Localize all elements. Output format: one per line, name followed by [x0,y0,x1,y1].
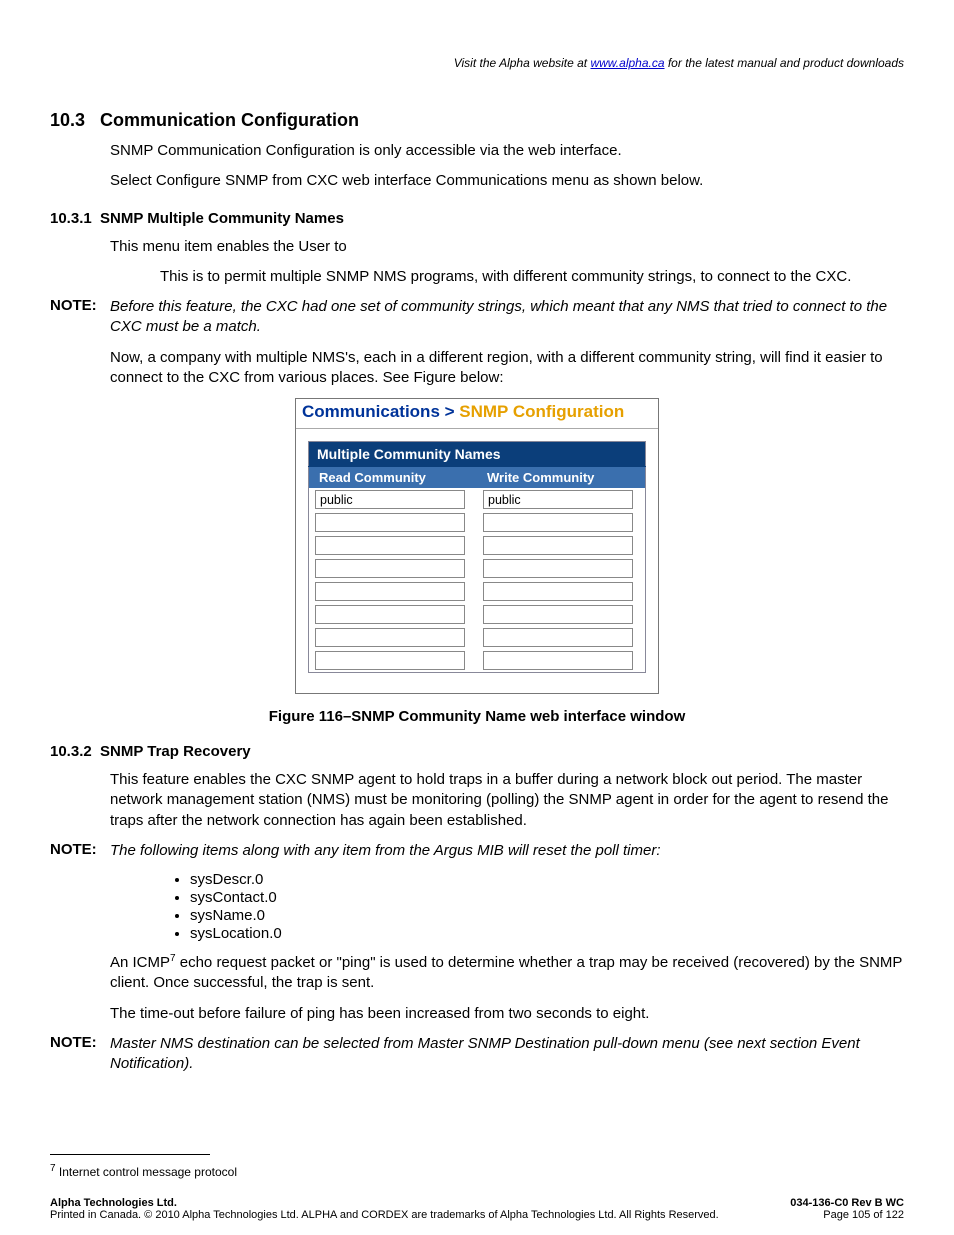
section-10-3-num: 10.3 [50,110,100,131]
sec1031-note: NOTE: Before this feature, the CXC had o… [50,297,904,338]
section-10-3-1-title: SNMP Multiple Community Names [100,210,344,227]
sec1032-note1-text: The following items along with any item … [110,841,904,861]
header-prefix: Visit the Alpha website at [454,56,591,70]
header-link[interactable]: www.alpha.ca [590,56,664,70]
write-community-input[interactable] [483,513,633,532]
list-item: sysLocation.0 [190,925,904,942]
read-community-input[interactable] [315,536,465,555]
list-item: sysContact.0 [190,889,904,906]
sec1032-p2: An ICMP7 echo request packet or "ping" i… [110,952,904,994]
section-10-3-1-num: 10.3.1 [50,210,100,227]
table-group-header: Multiple Community Names [309,442,646,467]
write-community-input[interactable] [483,559,633,578]
table-row [309,534,646,557]
table-row [309,488,646,511]
table-row [309,603,646,626]
sec103-p1: SNMP Communication Configuration is only… [110,141,904,161]
note-label: NOTE: [50,841,110,861]
section-10-3-title: Communication Configuration [100,110,359,130]
write-community-input[interactable] [483,605,633,624]
sec1032-p2b: echo request packet or "ping" is used to… [110,954,902,991]
breadcrumb-current: SNMP Configuration [459,402,624,421]
sec1032-note2-text: Master NMS destination can be selected f… [110,1034,904,1075]
read-community-input[interactable] [315,513,465,532]
panel-body: Multiple Community Names Read Community … [296,429,658,693]
col-read-community: Read Community [309,467,478,489]
footer-right-line2: Page 105 of 122 [823,1209,904,1221]
read-community-input[interactable] [315,605,465,624]
write-community-input[interactable] [483,651,633,670]
footnote-rule [50,1154,210,1155]
breadcrumb-root: Communications > [302,402,459,421]
page-header: Visit the Alpha website at www.alpha.ca … [50,56,904,70]
col-write-community: Write Community [477,467,646,489]
section-10-3-2-title: SNMP Trap Recovery [100,743,251,760]
table-row [309,626,646,649]
mib-bullet-list: sysDescr.0sysContact.0sysName.0sysLocati… [190,871,904,942]
section-10-3-heading: 10.3Communication Configuration [50,110,904,131]
read-community-input[interactable] [315,559,465,578]
breadcrumb: Communications > SNMP Configuration [296,399,658,429]
sec1032-note1: NOTE: The following items along with any… [50,841,904,861]
footnote-7: 7 Internet control message protocol [50,1163,237,1179]
sec1031-p3: Now, a company with multiple NMS's, each… [110,348,904,389]
footnote-7-text: Internet control message protocol [56,1165,237,1179]
header-suffix: for the latest manual and product downlo… [665,56,904,70]
snmp-config-panel: Communications > SNMP Configuration Mult… [295,398,659,694]
section-10-3-2-num: 10.3.2 [50,743,100,760]
footer-left-line2: Printed in Canada. © 2010 Alpha Technolo… [50,1209,719,1221]
footer-left: Alpha Technologies Ltd. Printed in Canad… [50,1197,719,1221]
read-community-input[interactable] [315,651,465,670]
sec1032-p2a: An ICMP [110,954,170,971]
section-10-3-2-heading: 10.3.2SNMP Trap Recovery [50,743,904,760]
list-item: sysName.0 [190,907,904,924]
sec1031-p2: This is to permit multiple SNMP NMS prog… [160,267,904,287]
list-item: sysDescr.0 [190,871,904,888]
table-row [309,649,646,673]
sec1031-note-text: Before this feature, the CXC had one set… [110,297,904,338]
figure-116-caption: Figure 116–SNMP Community Name web inter… [50,708,904,725]
read-community-input[interactable] [315,582,465,601]
read-community-input[interactable] [315,628,465,647]
page-footer: Alpha Technologies Ltd. Printed in Canad… [50,1197,904,1221]
table-row [309,557,646,580]
sec1032-p3: The time-out before failure of ping has … [110,1004,904,1024]
write-community-input[interactable] [483,536,633,555]
table-row [309,511,646,534]
write-community-input[interactable] [483,490,633,509]
community-table: Multiple Community Names Read Community … [308,441,646,673]
sec1032-note2: NOTE: Master NMS destination can be sele… [50,1034,904,1075]
footer-right: 034-136-C0 Rev B WC Page 105 of 122 [790,1197,904,1221]
footer-left-bold: Alpha Technologies Ltd. [50,1197,177,1209]
sec1031-p1: This menu item enables the User to [110,237,904,257]
sec1032-p1: This feature enables the CXC SNMP agent … [110,770,904,831]
read-community-input[interactable] [315,490,465,509]
sec103-p2: Select Configure SNMP from CXC web inter… [110,171,904,191]
section-10-3-1-heading: 10.3.1SNMP Multiple Community Names [50,210,904,227]
write-community-input[interactable] [483,628,633,647]
note-label: NOTE: [50,297,110,338]
table-row [309,580,646,603]
page: Visit the Alpha website at www.alpha.ca … [0,0,954,1074]
write-community-input[interactable] [483,582,633,601]
note-label: NOTE: [50,1034,110,1075]
footer-right-bold: 034-136-C0 Rev B WC [790,1197,904,1209]
